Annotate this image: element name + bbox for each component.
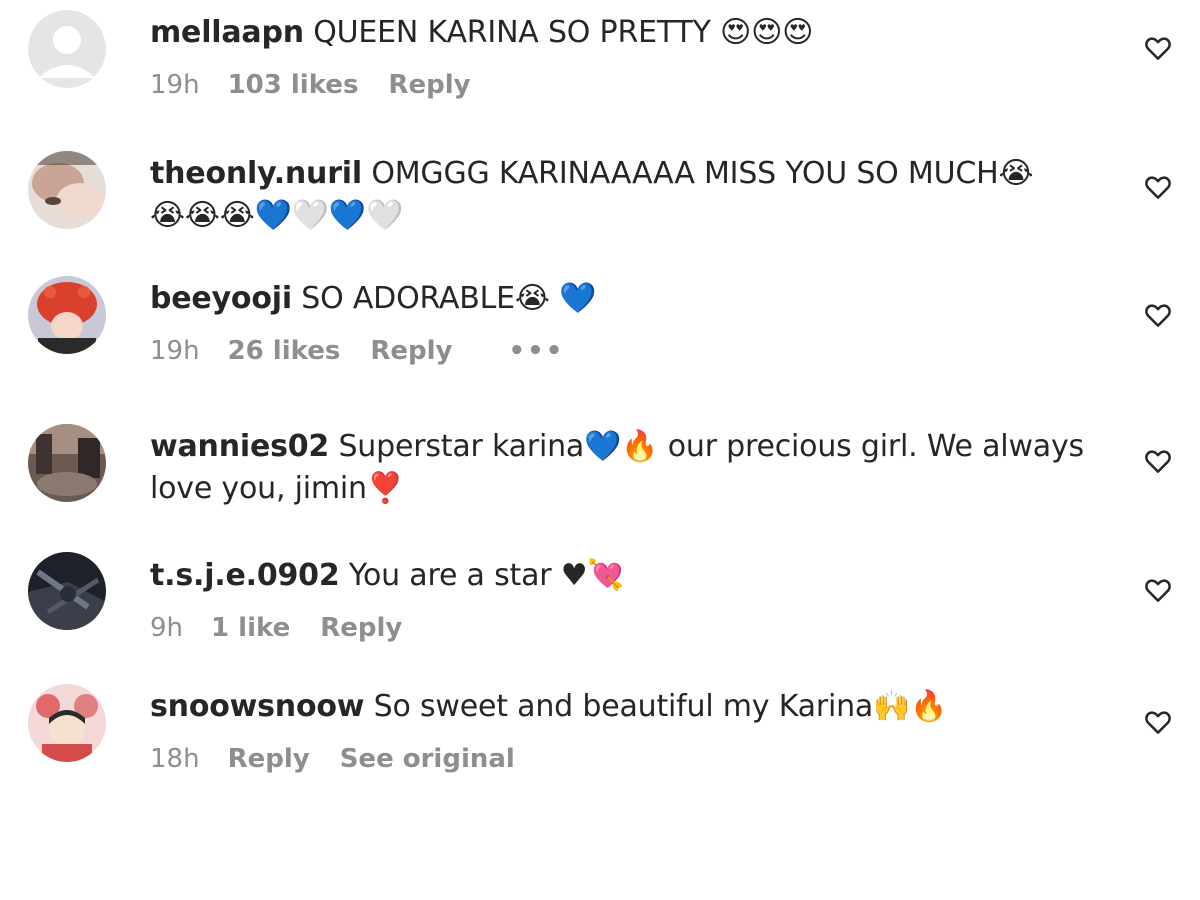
reply-button[interactable]: Reply (320, 613, 402, 643)
heart-outline-icon[interactable] (1143, 446, 1173, 476)
comment-message: OMGGG KARINAAAAA MISS YOU SO MUCH😭 (371, 156, 1034, 191)
heart-outline-icon[interactable] (1143, 33, 1173, 63)
see-original-button[interactable]: See original (340, 744, 515, 774)
avatar[interactable] (28, 552, 106, 630)
comment-time[interactable]: 19h (150, 70, 200, 100)
comment-likes[interactable]: 26 likes (228, 336, 341, 366)
default-avatar-icon (28, 10, 106, 88)
comment-text: wannies02 Superstar karina💙🔥 our preciou… (150, 426, 1110, 468)
comment-username[interactable]: snoowsnoow (150, 689, 365, 724)
comment-text: snoowsnoow So sweet and beautiful my Kar… (150, 686, 1110, 728)
comment-time[interactable]: 19h (150, 336, 200, 366)
comment-message-continued: love you, jimin❣️ (150, 471, 405, 506)
avatar[interactable] (28, 424, 106, 502)
comment-message: You are a star ♥💘 (348, 558, 625, 593)
comment-message: So sweet and beautiful my Karina🙌🔥 (373, 689, 948, 724)
comment-username[interactable]: theonly.nuril (150, 156, 362, 191)
comment-text: mellaapn QUEEN KARINA SO PRETTY 😍😍😍 (150, 12, 1110, 54)
comment-username[interactable]: beeyooji (150, 281, 292, 316)
comment-likes[interactable]: 103 likes (228, 70, 359, 100)
avatar[interactable] (28, 276, 106, 354)
comment-text: theonly.nuril OMGGG KARINAAAAA MISS YOU … (150, 153, 1110, 195)
comment-meta: 19h 26 likes Reply ••• (150, 334, 1110, 368)
comment-message: Superstar karina💙🔥 our precious girl. We… (338, 429, 1084, 464)
heart-outline-icon[interactable] (1143, 300, 1173, 330)
reply-button[interactable]: Reply (388, 70, 470, 100)
heart-outline-icon[interactable] (1143, 172, 1173, 202)
heart-outline-icon[interactable] (1143, 707, 1173, 737)
comment-username[interactable]: mellaapn (150, 15, 304, 50)
comment-time[interactable]: 9h (150, 613, 183, 643)
comment-time[interactable]: 18h (150, 744, 200, 774)
comment-username[interactable]: t.s.j.e.0902 (150, 558, 340, 593)
comment-message: SO ADORABLE😭 💙 (301, 281, 597, 316)
comment-likes[interactable]: 1 like (211, 613, 290, 643)
comment-meta: 19h 103 likes Reply (150, 68, 1110, 102)
comment-meta: 9h 1 like Reply (150, 611, 1110, 645)
comment-text: t.s.j.e.0902 You are a star ♥💘 (150, 555, 1110, 597)
comment-meta: 18h Reply See original (150, 742, 1110, 776)
avatar[interactable] (28, 684, 106, 762)
avatar[interactable] (28, 10, 106, 88)
heart-outline-icon[interactable] (1143, 575, 1173, 605)
avatar[interactable] (28, 151, 106, 229)
more-options-icon[interactable]: ••• (508, 336, 564, 366)
comment-message: QUEEN KARINA SO PRETTY 😍😍😍 (313, 15, 814, 50)
reply-button[interactable]: Reply (228, 744, 310, 774)
reply-button[interactable]: Reply (370, 336, 452, 366)
comment-username[interactable]: wannies02 (150, 429, 329, 464)
comment-message-continued: 😭😭😭💙🤍💙🤍 (150, 198, 404, 233)
comment-text: beeyooji SO ADORABLE😭 💙 (150, 278, 1110, 320)
